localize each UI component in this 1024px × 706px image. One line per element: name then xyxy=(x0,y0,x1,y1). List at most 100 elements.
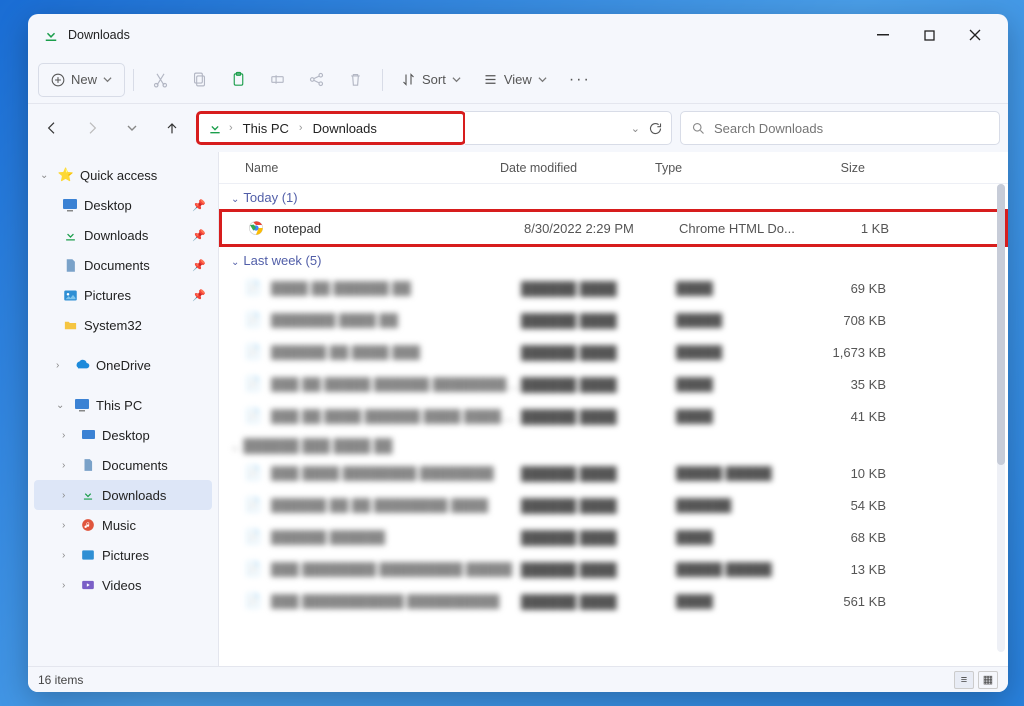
chevron-down-icon[interactable]: ⌄ xyxy=(631,122,640,135)
scrollbar-thumb[interactable] xyxy=(997,184,1005,465)
onedrive-icon xyxy=(74,357,90,373)
file-row[interactable]: 📄███ ███████████ ████████████████ ██████… xyxy=(219,585,1008,617)
star-icon: ⭐ xyxy=(58,167,74,183)
sort-button[interactable]: Sort xyxy=(391,63,471,97)
forward-button[interactable] xyxy=(76,112,108,144)
rename-button xyxy=(259,63,296,97)
desktop-icon xyxy=(62,197,78,213)
file-list[interactable]: ⌄Today (1) notepad 8/30/2022 2:29 PM Chr… xyxy=(219,184,1008,666)
pc-icon xyxy=(74,397,90,413)
close-button[interactable] xyxy=(952,19,998,51)
downloads-icon xyxy=(207,120,223,136)
delete-button xyxy=(337,63,374,97)
icons-view-icon[interactable]: ▦ xyxy=(978,671,998,689)
sidebar-pc-music[interactable]: ›Music xyxy=(34,510,212,540)
pin-icon: 📌 xyxy=(192,259,206,272)
toolbar: New Sort View ··· xyxy=(28,56,1008,104)
details-view-icon[interactable]: ≡ xyxy=(954,671,974,689)
address-bar-extension[interactable]: ⌄ xyxy=(465,111,672,145)
new-button[interactable]: New xyxy=(38,63,125,97)
minimize-button[interactable] xyxy=(860,19,906,51)
sidebar: ⌄⭐Quick access Desktop📌 Downloads📌 Docum… xyxy=(28,152,218,666)
downloads-icon xyxy=(80,487,96,503)
breadcrumb-downloads[interactable]: Downloads xyxy=(309,119,381,138)
sidebar-pc-downloads[interactable]: ›Downloads xyxy=(34,480,212,510)
more-button[interactable]: ··· xyxy=(559,63,601,97)
col-name[interactable]: Name xyxy=(245,161,500,175)
sidebar-pc-documents[interactable]: ›Documents xyxy=(34,450,212,480)
group-last-week[interactable]: ⌄Last week (5) xyxy=(219,247,1008,272)
folder-icon xyxy=(62,317,78,333)
file-row[interactable]: 📄██████ ██ ██ ████████ ██████████ ██████… xyxy=(219,489,1008,521)
file-date: 8/30/2022 2:29 PM xyxy=(524,221,679,236)
up-button[interactable] xyxy=(156,112,188,144)
scrollbar[interactable] xyxy=(997,184,1005,652)
sidebar-item-downloads[interactable]: Downloads📌 xyxy=(34,220,212,250)
nav-row: › This PC › Downloads ⌄ xyxy=(28,104,1008,152)
pictures-icon xyxy=(62,287,78,303)
file-name: notepad xyxy=(274,221,524,236)
sidebar-pc-desktop[interactable]: ›Desktop xyxy=(34,420,212,450)
file-list-panel: Name Date modified Type Size ⌄Today (1) … xyxy=(218,152,1008,666)
file-row[interactable]: 📄███ ████████ █████████ ███████████ ████… xyxy=(219,553,1008,585)
titlebar[interactable]: Downloads xyxy=(28,14,1008,56)
window-title: Downloads xyxy=(68,28,130,42)
file-row[interactable]: notepad 8/30/2022 2:29 PM Chrome HTML Do… xyxy=(219,209,1008,247)
maximize-button[interactable] xyxy=(906,19,952,51)
recent-dropdown[interactable] xyxy=(116,112,148,144)
sidebar-this-pc[interactable]: ⌄This PC xyxy=(34,390,212,420)
music-icon xyxy=(80,517,96,533)
paste-button[interactable] xyxy=(220,63,257,97)
documents-icon xyxy=(62,257,78,273)
sidebar-onedrive[interactable]: ›OneDrive xyxy=(34,350,212,380)
sidebar-item-system32[interactable]: System32 xyxy=(34,310,212,340)
sidebar-item-desktop[interactable]: Desktop📌 xyxy=(34,190,212,220)
column-headers[interactable]: Name Date modified Type Size xyxy=(219,152,1008,184)
chevron-right-icon: › xyxy=(229,122,233,134)
search-input[interactable] xyxy=(714,121,989,136)
file-row[interactable]: 📄███████ ████ ████████ █████████708 KB xyxy=(219,304,1008,336)
share-button xyxy=(298,63,335,97)
address-bar[interactable]: › This PC › Downloads xyxy=(196,111,466,145)
downloads-icon xyxy=(42,26,60,44)
file-row[interactable]: 📄██████ ██ ████ █████████ █████████1,673… xyxy=(219,336,1008,368)
file-size: 1 KB xyxy=(809,221,889,236)
cut-button xyxy=(142,63,179,97)
file-type: Chrome HTML Do... xyxy=(679,221,809,236)
refresh-button[interactable] xyxy=(648,121,663,136)
col-date[interactable]: Date modified xyxy=(500,161,655,175)
view-button[interactable]: View xyxy=(473,63,557,97)
file-row[interactable]: 📄███ ████ ████████ ██████████████ ██████… xyxy=(219,457,1008,489)
back-button[interactable] xyxy=(36,112,68,144)
copy-button xyxy=(181,63,218,97)
group-earlier[interactable]: ⌄██████ ███ ████ ██ xyxy=(219,432,1008,457)
desktop-icon xyxy=(80,427,96,443)
pin-icon: 📌 xyxy=(192,229,206,242)
sidebar-pc-pictures[interactable]: ›Pictures xyxy=(34,540,212,570)
chevron-right-icon: › xyxy=(299,122,303,134)
search-icon xyxy=(691,121,706,136)
pin-icon: 📌 xyxy=(192,199,206,212)
sidebar-pc-videos[interactable]: ›Videos xyxy=(34,570,212,600)
search-box[interactable] xyxy=(680,111,1000,145)
file-row[interactable]: 📄███ ██ █████ ██████ █████████████████ █… xyxy=(219,368,1008,400)
breadcrumb-this-pc[interactable]: This PC xyxy=(239,119,293,138)
col-type[interactable]: Type xyxy=(655,161,785,175)
file-explorer-window: Downloads New Sort View · xyxy=(28,14,1008,692)
sidebar-item-pictures[interactable]: Pictures📌 xyxy=(34,280,212,310)
file-row[interactable]: 📄███ ██ ████ ██████ ████ █████████████ █… xyxy=(219,400,1008,432)
pictures-icon xyxy=(80,547,96,563)
downloads-icon xyxy=(62,227,78,243)
pin-icon: 📌 xyxy=(192,289,206,302)
col-size[interactable]: Size xyxy=(785,161,865,175)
group-today[interactable]: ⌄Today (1) xyxy=(219,184,1008,209)
status-bar: 16 items ≡ ▦ xyxy=(28,666,1008,692)
sidebar-quick-access[interactable]: ⌄⭐Quick access xyxy=(34,160,212,190)
documents-icon xyxy=(80,457,96,473)
file-row[interactable]: 📄████ ██ ██████ ████████ ████████69 KB xyxy=(219,272,1008,304)
chrome-icon xyxy=(248,220,266,236)
videos-icon xyxy=(80,577,96,593)
file-row[interactable]: 📄██████ ████████████ ████████68 KB xyxy=(219,521,1008,553)
item-count: 16 items xyxy=(38,673,83,687)
sidebar-item-documents[interactable]: Documents📌 xyxy=(34,250,212,280)
